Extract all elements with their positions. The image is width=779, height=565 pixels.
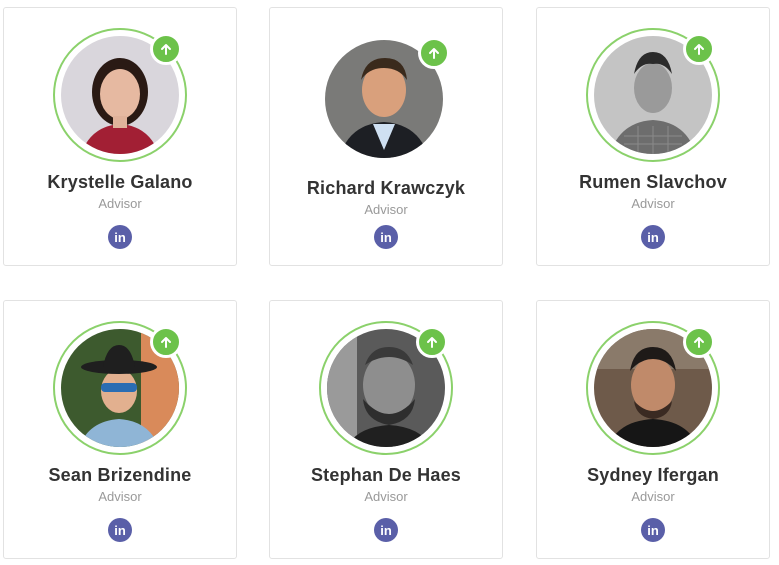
- avatar-ring: [319, 34, 453, 168]
- linkedin-icon[interactable]: in: [108, 518, 132, 542]
- avatar-ring: [586, 321, 720, 455]
- arrow-up-badge-icon: [416, 326, 448, 358]
- avatar-ring: [53, 28, 187, 162]
- linkedin-icon[interactable]: in: [374, 225, 398, 249]
- member-role: Advisor: [631, 196, 675, 211]
- avatar-ring: [586, 28, 720, 162]
- avatar-ring: [319, 321, 453, 455]
- arrow-up-badge-icon: [418, 37, 450, 69]
- arrow-up-badge-icon: [683, 326, 715, 358]
- member-name: Sydney Ifergan: [587, 465, 719, 485]
- team-card: Sean Brizendine Advisor in: [3, 300, 237, 559]
- linkedin-icon[interactable]: in: [641, 225, 665, 249]
- member-role: Advisor: [98, 489, 142, 504]
- member-role: Advisor: [364, 202, 408, 217]
- member-role: Advisor: [98, 196, 142, 211]
- team-grid: Krystelle Galano Advisor in Richard Kraw…: [0, 0, 779, 565]
- avatar-ring: [53, 321, 187, 455]
- member-role: Advisor: [631, 489, 675, 504]
- arrow-up-badge-icon: [150, 33, 182, 65]
- team-card: Rumen Slavchov Advisor in: [536, 7, 770, 266]
- linkedin-icon[interactable]: in: [374, 518, 398, 542]
- arrow-up-badge-icon: [150, 326, 182, 358]
- arrow-up-badge-icon: [683, 33, 715, 65]
- linkedin-icon[interactable]: in: [641, 518, 665, 542]
- member-name: Stephan De Haes: [310, 465, 462, 485]
- team-card: Richard Krawczyk Advisor in: [269, 7, 503, 266]
- member-name: Richard Krawczyk: [306, 178, 466, 198]
- member-name: Sean Brizendine: [48, 465, 192, 485]
- team-card: Sydney Ifergan Advisor in: [536, 300, 770, 559]
- member-role: Advisor: [364, 489, 408, 504]
- member-name: Krystelle Galano: [47, 172, 193, 192]
- team-card: Stephan De Haes Advisor in: [269, 300, 503, 559]
- member-name: Rumen Slavchov: [579, 172, 727, 192]
- linkedin-icon[interactable]: in: [108, 225, 132, 249]
- team-card: Krystelle Galano Advisor in: [3, 7, 237, 266]
